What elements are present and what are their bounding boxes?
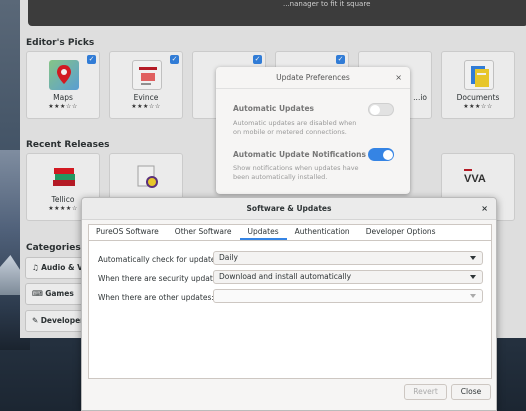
dropdown-value: Download and install automatically: [219, 272, 352, 281]
revert-button[interactable]: Revert: [404, 384, 447, 400]
dropdown-value: Daily: [219, 253, 238, 262]
close-icon[interactable]: ×: [395, 67, 402, 89]
tab-divider: [88, 240, 492, 241]
tab-bar: PureOS Software Other Software Updates A…: [88, 224, 444, 240]
other-updates-dropdown[interactable]: [213, 289, 483, 303]
automatic-updates-description: Automatic updates are disabled when on m…: [233, 119, 357, 136]
dialog-titlebar: Update Preferences ×: [216, 67, 410, 89]
window-title: Software & Updates: [246, 204, 332, 213]
chevron-down-icon: [470, 256, 476, 260]
automatic-notifications-label: Automatic Update Notifications: [233, 150, 366, 159]
tab-pureos-software[interactable]: PureOS Software: [88, 224, 167, 240]
tab-updates[interactable]: Updates: [239, 224, 287, 240]
chevron-down-icon: [470, 275, 476, 279]
automatic-notifications-switch[interactable]: [368, 148, 394, 161]
automatic-notifications-description: Show notifications when updates have bee…: [233, 164, 359, 181]
check-updates-label: Automatically check for updates:: [98, 255, 222, 264]
tab-other-software[interactable]: Other Software: [167, 224, 240, 240]
chevron-down-icon: [470, 294, 476, 298]
automatic-updates-switch[interactable]: [368, 103, 394, 116]
automatic-updates-label: Automatic Updates: [233, 104, 314, 113]
window-titlebar: Software & Updates ×: [82, 198, 496, 220]
check-updates-dropdown[interactable]: Daily: [213, 251, 483, 265]
other-updates-label: When there are other updates:: [98, 293, 214, 302]
close-icon[interactable]: ×: [481, 198, 488, 220]
software-updates-window: Software & Updates × PureOS Software Oth…: [81, 197, 497, 411]
security-updates-dropdown[interactable]: Download and install automatically: [213, 270, 483, 284]
tab-developer-options[interactable]: Developer Options: [358, 224, 444, 240]
security-updates-label: When there are security updates:: [98, 274, 224, 283]
close-button[interactable]: Close: [451, 384, 491, 400]
dialog-title: Update Preferences: [276, 73, 350, 82]
tab-authentication[interactable]: Authentication: [287, 224, 358, 240]
update-preferences-dialog: Update Preferences × Automatic Updates A…: [216, 67, 410, 194]
